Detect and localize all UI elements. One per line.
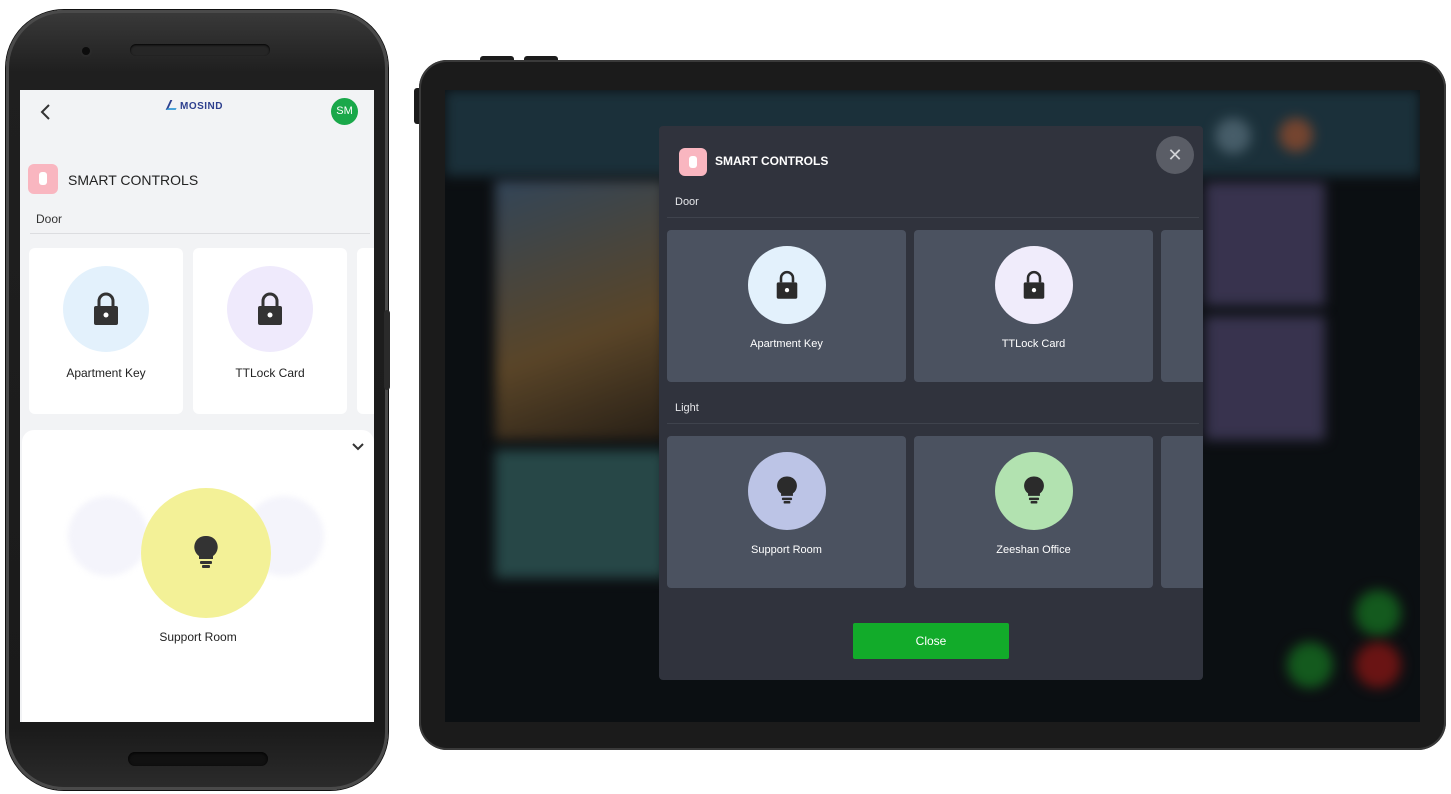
icon-circle — [995, 246, 1073, 324]
bulb-icon — [1024, 476, 1044, 504]
phone-screen: MOSIND SM SMART CONTROLS Door Apartment … — [20, 90, 374, 722]
selected-control-label: Support Room — [159, 630, 237, 644]
control-card-support-room[interactable]: Support Room — [667, 436, 906, 588]
lock-icon — [1023, 270, 1045, 299]
control-card-apartment-key[interactable]: Apartment Key — [29, 248, 183, 414]
selected-control-circle[interactable] — [141, 488, 271, 618]
control-card-zeeshan-office[interactable]: Zeeshan Office — [914, 436, 1153, 588]
control-label: Zeeshan Office — [996, 544, 1071, 556]
phone-side-button — [384, 310, 390, 390]
smart-control-icon — [28, 164, 58, 194]
group-label-door: Door — [36, 212, 63, 226]
control-label: Support Room — [751, 544, 822, 556]
smart-control-icon — [679, 148, 707, 176]
phone-speaker — [130, 44, 270, 56]
phone-device: MOSIND SM SMART CONTROLS Door Apartment … — [6, 10, 390, 790]
control-label: Apartment Key — [66, 366, 146, 380]
divider — [667, 423, 1199, 424]
tablet-device: SMART CONTROLS ✕ Door Apartment Key TTLo… — [419, 60, 1446, 750]
control-card-ttlock-card[interactable]: TTLock Card — [914, 230, 1153, 382]
control-card-partial[interactable] — [1161, 230, 1203, 382]
group-label-light: Light — [675, 402, 699, 414]
bulb-icon — [777, 476, 797, 504]
divider — [30, 233, 370, 234]
icon-circle — [748, 246, 826, 324]
modal-title: SMART CONTROLS — [715, 154, 829, 168]
control-card-partial[interactable] — [357, 248, 374, 414]
section-title: SMART CONTROLS — [68, 172, 199, 188]
smart-controls-modal: SMART CONTROLS ✕ Door Apartment Key TTLo… — [659, 126, 1203, 680]
control-card-ttlock-card[interactable]: TTLock Card — [193, 248, 347, 414]
bulb-icon — [194, 535, 218, 568]
phone-header: MOSIND SM — [20, 90, 374, 138]
control-card-partial[interactable] — [1161, 436, 1203, 588]
lock-icon — [94, 292, 118, 325]
icon-circle — [63, 266, 149, 352]
chevron-left-icon[interactable] — [34, 100, 58, 124]
icon-circle — [227, 266, 313, 352]
close-button[interactable]: Close — [853, 623, 1009, 659]
icon-circle — [995, 452, 1073, 530]
lock-icon — [258, 292, 282, 325]
logo-wing-icon — [165, 100, 181, 110]
control-card-apartment-key[interactable]: Apartment Key — [667, 230, 906, 382]
bottom-sheet: Support Room — [22, 430, 374, 722]
phone-home-bar — [128, 752, 268, 766]
logo-text: MOSIND — [180, 101, 223, 112]
tablet-screen: SMART CONTROLS ✕ Door Apartment Key TTLo… — [445, 90, 1420, 722]
lock-icon — [776, 270, 798, 299]
control-label: Apartment Key — [750, 338, 823, 350]
logo: MOSIND — [165, 100, 223, 118]
control-label: TTLock Card — [235, 366, 305, 380]
divider — [667, 217, 1199, 218]
stage: MOSIND SM SMART CONTROLS Door Apartment … — [0, 0, 1451, 794]
icon-circle — [748, 452, 826, 530]
control-label: TTLock Card — [1001, 338, 1066, 350]
group-label-door: Door — [675, 196, 699, 208]
blurred-background — [68, 496, 148, 576]
chevron-down-icon[interactable] — [350, 438, 366, 454]
avatar[interactable]: SM — [331, 98, 358, 125]
close-icon[interactable]: ✕ — [1156, 136, 1194, 174]
phone-camera — [82, 47, 90, 55]
